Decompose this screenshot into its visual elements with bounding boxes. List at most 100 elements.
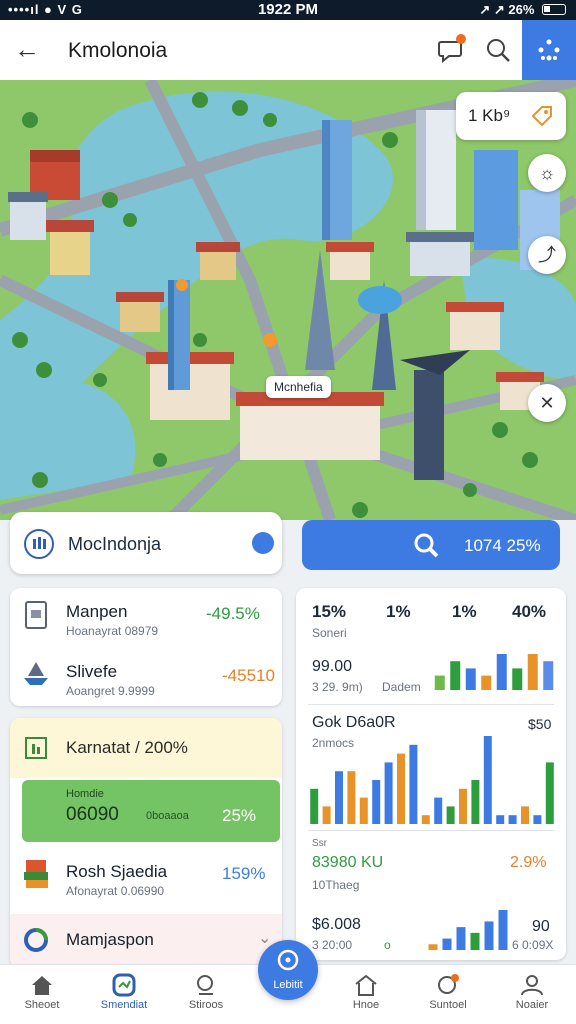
map-illustration: [0, 80, 576, 520]
row4-value: $6.008: [312, 916, 361, 933]
chart-bar: [335, 771, 343, 824]
highlight-panel[interactable]: Homdie 06090 0boaaoa 25%: [22, 780, 280, 842]
nav-item-notifications[interactable]: Suntoel: [412, 969, 484, 1023]
chart-bar: [533, 815, 542, 824]
chart-bar: [434, 675, 445, 690]
chart-bar: [372, 780, 381, 824]
small-bar-chart[interactable]: [426, 906, 510, 950]
chart-bar: [450, 661, 461, 690]
back-arrow-icon[interactable]: ←: [14, 35, 44, 65]
top-sub: Soneri: [312, 626, 347, 640]
nav-item-compass[interactable]: Lebitit: [258, 940, 318, 1000]
list-item-value: 159%: [222, 864, 266, 883]
chart-bar: [465, 668, 476, 690]
nav-label: Noaier: [515, 999, 549, 1011]
grid-menu-button[interactable]: [522, 20, 576, 80]
map-kpi-chip[interactable]: 1 Kb⁹: [456, 92, 566, 140]
nav-label: Stiroos: [188, 999, 224, 1011]
nav-item-profile[interactable]: Noaier: [496, 969, 568, 1023]
search-circle-icon[interactable]: [250, 530, 276, 556]
main-bar-chart[interactable]: [308, 732, 556, 824]
row4-right: 90: [532, 918, 550, 935]
row3-label: Ssr: [312, 838, 327, 849]
search-card[interactable]: MocIndonja: [10, 512, 282, 574]
highlight-value: 06090: [66, 804, 119, 825]
badge-icon: [112, 973, 136, 997]
status-right-text: ↗ ↗ 26%: [479, 2, 535, 17]
nav-item-badge[interactable]: Smendiat: [88, 969, 160, 1023]
nav-label: Sheoet: [24, 999, 60, 1011]
location-icon: ⤴: [538, 245, 556, 265]
summary-header-text: Karnatat / 200%: [66, 738, 188, 757]
chart-bar: [470, 932, 480, 950]
notification-dot: [456, 34, 466, 44]
row3-value: 83980 KU: [312, 854, 384, 871]
chart-bar: [545, 762, 554, 824]
layers-icon: ☼: [538, 163, 556, 183]
list-item-title: Rosh Sjaedia: [66, 862, 168, 881]
row4-right-sub: 6 0:09X: [512, 938, 554, 952]
map-layers-button[interactable]: ☼: [528, 154, 566, 192]
mini-tag: Dadem: [382, 680, 421, 694]
chat-button[interactable]: [436, 34, 466, 64]
nav-item-home[interactable]: Sheoet: [6, 969, 78, 1023]
chart-bar: [456, 927, 466, 950]
list-item-title: Slivefe: [66, 662, 118, 681]
tag-icon: [531, 106, 552, 127]
chart-bar: [421, 815, 430, 824]
nav-item-search[interactable]: Stiroos: [170, 969, 242, 1023]
summary-header[interactable]: Karnatat / 200%: [10, 718, 282, 778]
chart-bar: [483, 736, 492, 824]
boat-icon: [24, 662, 48, 685]
list-item-title: Manpen: [66, 602, 128, 621]
list-item-sub: Aoangret 9.9999: [66, 684, 155, 698]
search-results-button[interactable]: 1074 25%: [302, 520, 560, 570]
chart-bar: [459, 788, 467, 824]
summary-card: Karnatat / 200% Homdie 06090 0boaaoa 25%…: [10, 718, 282, 968]
highlight-sub: 0boaaoa: [146, 810, 189, 822]
highlight-pct: 25%: [222, 806, 257, 825]
city-map[interactable]: Mcnhefia 1 Kb⁹ ☼ ⤴ ✕: [0, 80, 576, 520]
row3-pct: 2.9%: [510, 854, 547, 871]
chart-bar: [481, 675, 492, 690]
list-item-value: -49.5%: [206, 604, 260, 623]
house-icon: [355, 974, 377, 996]
chart-box-icon: [25, 737, 47, 759]
kpi-chip-text: 1 Kb⁹: [468, 106, 511, 125]
dots-grid-icon: [538, 39, 560, 61]
search-icon: [197, 975, 213, 995]
divider: [308, 830, 554, 831]
compass-icon: [277, 949, 299, 971]
nav-item-house[interactable]: Hnoe: [330, 969, 402, 1023]
city-logo-icon: [24, 529, 54, 559]
map-locate-button[interactable]: ⤴: [528, 236, 566, 274]
status-right: ↗ ↗ 26%: [479, 2, 566, 18]
top-pct: 1%: [386, 602, 411, 621]
chart-panel: 15% 1% 1% 40% Soneri 99.00 3 29. 9m) Dad…: [296, 588, 566, 960]
list-item[interactable]: Mamjaspon ⌄: [10, 914, 282, 968]
list-item-title: Mamjaspon: [66, 930, 154, 949]
chart-bar: [471, 780, 480, 824]
chart-bar: [310, 788, 319, 824]
status-bar: ••••ıl ● V G 1922 PM ↗ ↗ 26%: [0, 0, 576, 20]
chart-bar: [484, 921, 494, 950]
map-close-button[interactable]: ✕: [528, 384, 566, 422]
document-icon: [25, 601, 47, 629]
chart-bar: [409, 744, 418, 824]
chart-bar: [496, 654, 507, 690]
search-button[interactable]: [484, 36, 512, 64]
search-text: MocIndonja: [68, 534, 162, 554]
divider: [308, 704, 554, 705]
chart-bar: [397, 753, 405, 824]
row3-sub: 10Thaeg: [312, 878, 360, 892]
list-item-sub: Hoanayrat 08979: [66, 624, 159, 638]
map-place-label[interactable]: Mcnhefia: [266, 376, 331, 398]
profile-icon: [521, 975, 543, 996]
chart-bar: [446, 806, 455, 824]
close-icon: ✕: [539, 393, 555, 413]
big-chart-right: $50: [528, 716, 552, 732]
chart-bar: [498, 910, 508, 950]
mini-bar-chart[interactable]: [432, 650, 556, 690]
top-pct: 1%: [452, 602, 477, 621]
magnifier-icon: [414, 533, 439, 558]
